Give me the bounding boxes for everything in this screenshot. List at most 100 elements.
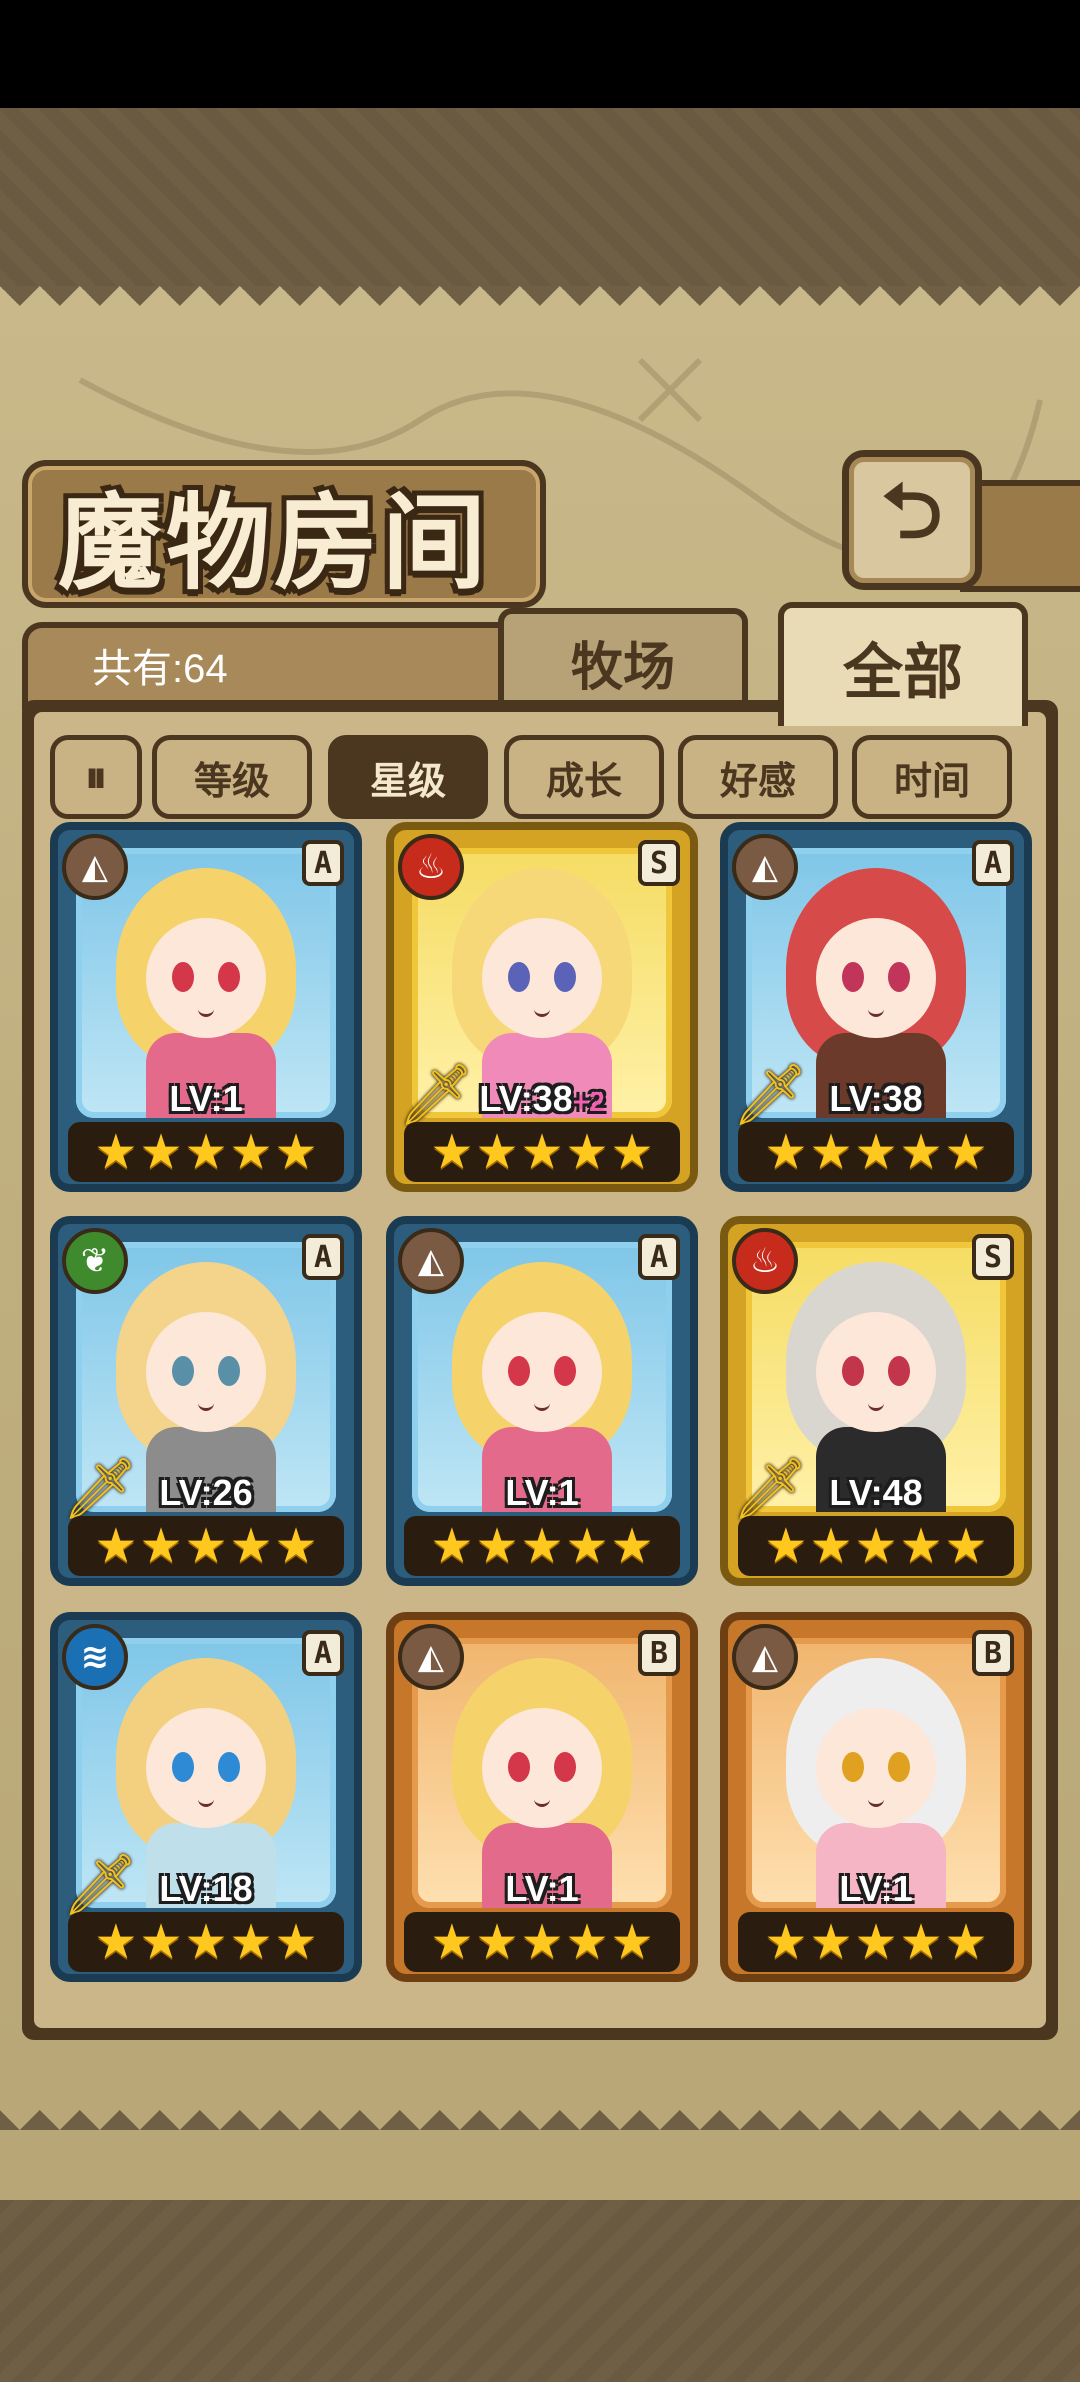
star-icon: ★: [944, 1914, 988, 1970]
monster-level: LV:1: [394, 1868, 690, 1910]
eye: [508, 1356, 530, 1386]
rank-badge: S: [638, 840, 680, 886]
eye: [508, 1752, 530, 1782]
level-text: LV:38: [829, 1078, 923, 1119]
monster-card[interactable]: ≋A🗡LV:18★★★★★: [50, 1612, 362, 1982]
star-icon: ★: [854, 1124, 898, 1180]
eye: [888, 962, 910, 992]
monster-card[interactable]: ◭ A LV:1 ★ ★ ★ ★ ★: [386, 1216, 698, 1586]
mouth: [868, 1400, 884, 1411]
monster-level: LV:1: [58, 1078, 354, 1120]
sort-affinity-button[interactable]: 好感: [678, 735, 838, 819]
sort-time-button[interactable]: 时间: [852, 735, 1012, 819]
star-icon: ★: [565, 1914, 609, 1970]
earth-element-icon: ◭: [732, 1624, 798, 1690]
mouth: [534, 1400, 550, 1411]
star-icon: ★: [764, 1518, 808, 1574]
star-icon: ★: [139, 1518, 183, 1574]
star-icon: ★: [944, 1518, 988, 1574]
star-icon: ★: [565, 1124, 609, 1180]
monster-level: LV:48: [728, 1472, 1024, 1514]
star-icon: ★: [475, 1518, 519, 1574]
rank-badge: B: [638, 1630, 680, 1676]
star-icon: ★: [184, 1124, 228, 1180]
total-count: 共有:64: [92, 647, 228, 691]
sort-direction-toggle[interactable]: ⏸: [50, 735, 142, 819]
monster-card[interactable]: ◭ A LV:1 ★ ★ ★ ★ ★: [50, 822, 362, 1192]
back-arrow-icon: ⮌: [881, 465, 943, 555]
star-icon: ★: [184, 1518, 228, 1574]
monster-level: LV:18: [58, 1868, 354, 1910]
star-icon: ★: [809, 1518, 853, 1574]
bottom-background: [0, 2200, 1080, 2382]
star-icon: ★: [139, 1124, 183, 1180]
monster-level: LV:1: [728, 1868, 1024, 1910]
wood-element-icon: ❦: [62, 1228, 128, 1294]
star-rating: ★ ★ ★ ★ ★: [404, 1516, 680, 1576]
face: [816, 918, 936, 1038]
star-icon: ★: [899, 1914, 943, 1970]
eye: [218, 1356, 240, 1386]
monster-level: LV:1: [394, 1472, 690, 1514]
star-rating: ★ ★ ★ ★ ★: [738, 1516, 1014, 1576]
star-icon: ★: [430, 1124, 474, 1180]
face: [816, 1312, 936, 1432]
level-text: LV:1: [505, 1868, 579, 1909]
star-icon: ★: [610, 1914, 654, 1970]
eye: [218, 1752, 240, 1782]
rank-badge: A: [302, 1630, 344, 1676]
sort-star-button[interactable]: 星级: [328, 735, 488, 819]
star-icon: ★: [139, 1914, 183, 1970]
monster-card[interactable]: ◭ B LV:1 ★ ★ ★ ★ ★: [720, 1612, 1032, 1982]
earth-element-icon: ◭: [732, 834, 798, 900]
star-icon: ★: [430, 1518, 474, 1574]
eye: [508, 962, 530, 992]
eye: [554, 1752, 576, 1782]
page-title: 魔物房间: [58, 481, 491, 604]
star-icon: ★: [184, 1914, 228, 1970]
star-icon: ★: [520, 1518, 564, 1574]
sort-level-button[interactable]: 等级: [152, 735, 312, 819]
monster-card[interactable]: ◭A🗡LV:38★★★★★: [720, 822, 1032, 1192]
star-icon: ★: [475, 1914, 519, 1970]
tab-farm[interactable]: 牧场: [498, 608, 748, 710]
star-icon: ★: [610, 1124, 654, 1180]
star-rating: ★ ★ ★ ★ ★: [738, 1122, 1014, 1182]
star-icon: ★: [764, 1124, 808, 1180]
star-icon: ★: [229, 1124, 273, 1180]
monster-card[interactable]: ◭ B LV:1 ★ ★ ★ ★ ★: [386, 1612, 698, 1982]
eye: [554, 1356, 576, 1386]
monster-card[interactable]: ♨S🗡LV:48★★★★★: [720, 1216, 1032, 1586]
rank-badge: S: [972, 1234, 1014, 1280]
star-icon: ★: [229, 1914, 273, 1970]
back-button[interactable]: ⮌: [842, 450, 982, 590]
rank-badge: A: [302, 1234, 344, 1280]
mouth: [534, 1006, 550, 1017]
sort-growth-button[interactable]: 成长: [504, 735, 664, 819]
star-icon: ★: [94, 1914, 138, 1970]
star-icon: ★: [809, 1124, 853, 1180]
monster-card[interactable]: ♨S🗡LV:38+2★★★★★: [386, 822, 698, 1192]
star-rating: ★ ★ ★ ★ ★: [68, 1122, 344, 1182]
star-icon: ★: [274, 1124, 318, 1180]
face: [146, 1708, 266, 1828]
rank-badge: A: [972, 840, 1014, 886]
mouth: [534, 1796, 550, 1807]
star-icon: ★: [809, 1914, 853, 1970]
monster-card[interactable]: ❦A🗡LV:26★★★★★: [50, 1216, 362, 1586]
star-icon: ★: [610, 1518, 654, 1574]
tab-all[interactable]: 全部: [778, 602, 1028, 726]
star-icon: ★: [854, 1518, 898, 1574]
status-bar: [0, 0, 1080, 108]
level-text: LV:18: [159, 1868, 253, 1909]
level-bonus: +2: [572, 1086, 605, 1117]
eye: [842, 962, 864, 992]
face: [482, 1708, 602, 1828]
star-rating: ★ ★ ★ ★ ★: [68, 1912, 344, 1972]
eye: [888, 1356, 910, 1386]
star-rating: ★ ★ ★ ★ ★: [404, 1912, 680, 1972]
face: [482, 1312, 602, 1432]
face: [146, 1312, 266, 1432]
star-rating: ★ ★ ★ ★ ★: [68, 1516, 344, 1576]
level-text: LV:1: [839, 1868, 913, 1909]
